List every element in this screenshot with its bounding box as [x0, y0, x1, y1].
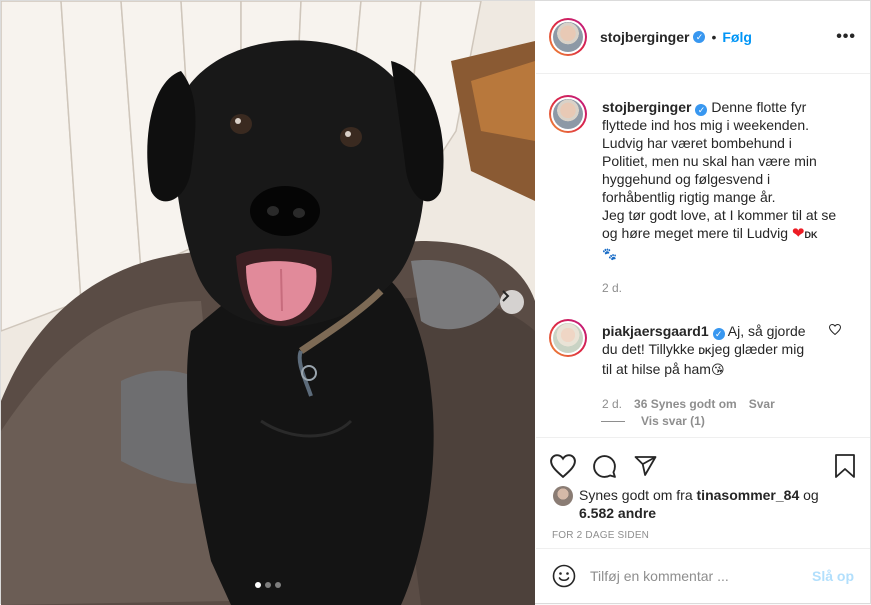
caption-time[interactable]: 2 d.: [602, 279, 622, 297]
chevron-right-icon: [502, 290, 510, 302]
caption-text: stojberginger ✓ Denne flotte fyr flyttede…: [602, 98, 854, 297]
comment-input[interactable]: [590, 568, 812, 584]
commenter-avatar[interactable]: [549, 319, 587, 357]
post-sidebar: stojberginger ✓ • Følg ••• stojberginger…: [536, 1, 870, 603]
carousel-dot-active: [255, 582, 261, 588]
comment-fragment: jeg glæder mig: [711, 341, 805, 357]
caption-line: hyggehund og følgesvend i: [602, 171, 771, 187]
instagram-post: stojberginger ✓ • Følg ••• stojberginger…: [0, 0, 871, 605]
add-comment-bar: Slå op: [536, 548, 870, 603]
comment-fragment: Aj, så gjorde: [727, 323, 806, 339]
caption-meta: 2 d.: [602, 279, 854, 297]
like-heart-icon[interactable]: [550, 454, 576, 478]
caption-username[interactable]: stojberginger: [602, 99, 691, 115]
comment-row: piakjaersgaard1 ✓ Aj, så gjorde du det! T…: [536, 297, 870, 413]
carousel-dot: [275, 582, 281, 588]
caption-avatar[interactable]: [549, 95, 587, 133]
comment-fragment: til at hilse på ham: [602, 361, 711, 377]
caption-line: Ludvig har været bombehund i: [602, 135, 792, 151]
replies-divider: [601, 420, 625, 422]
caption-line: og høre meget mere til Ludvig: [602, 225, 788, 241]
likes-prefix: Synes godt om fra: [579, 487, 693, 503]
comment-meta: 2 d. 36 Synes godt om Svar: [602, 395, 830, 413]
liker-avatar[interactable]: [553, 486, 573, 506]
author-username[interactable]: stojberginger: [600, 29, 689, 45]
flag-dk-label: DK: [698, 346, 712, 356]
likes-summary: Synes godt om fra tinasommer_84 og 6.582…: [536, 486, 870, 522]
caption-line: forhåbentlig rigtig mange år.: [602, 189, 776, 205]
verified-badge-icon: ✓: [693, 31, 706, 43]
paw-prints-emoji-icon: 🐾: [602, 247, 617, 261]
emoji-smiley-icon[interactable]: [552, 564, 576, 588]
post-header: stojberginger ✓ • Følg •••: [536, 1, 870, 74]
post-comment-button[interactable]: Slå op: [812, 568, 854, 584]
comment-time[interactable]: 2 d.: [602, 395, 622, 413]
liker-username[interactable]: tinasommer_84: [697, 487, 800, 503]
post-image[interactable]: [1, 1, 535, 605]
follow-button[interactable]: Følg: [722, 29, 752, 45]
verified-badge-icon: ✓: [695, 104, 708, 116]
post-timestamp[interactable]: FOR 2 DAGE SIDEN: [536, 522, 870, 541]
caption-line: Denne flotte fyr: [711, 99, 807, 115]
caption-line: flyttede ind hos mig i weekenden.: [602, 117, 810, 133]
comment-bubble-icon[interactable]: [592, 454, 617, 479]
likes-others-count[interactable]: 6.582 andre: [579, 505, 656, 521]
comment-text: piakjaersgaard1 ✓ Aj, så gjorde du det! T…: [602, 322, 854, 413]
likes-text: Synes godt om fra tinasommer_84 og 6.582…: [579, 486, 819, 522]
kissing-face-emoji-icon: 😘: [710, 362, 725, 377]
separator-dot: •: [711, 29, 717, 45]
comment-likes[interactable]: 36 Synes godt om: [634, 395, 737, 413]
carousel-indicator: [255, 582, 281, 588]
carousel-next-button[interactable]: [500, 290, 524, 314]
save-bookmark-icon[interactable]: [834, 453, 856, 479]
action-icons: [536, 438, 870, 486]
red-heart-emoji-icon: ❤: [791, 225, 805, 242]
comment-like-heart-icon[interactable]: [828, 322, 842, 338]
caption-line: Politiet, men nu skal han være min: [602, 153, 817, 169]
carousel-dot: [265, 582, 271, 588]
likes-and: og: [803, 487, 819, 503]
more-options-icon[interactable]: •••: [836, 28, 856, 46]
caption-line: Jeg tør godt love, at I kommer til at se: [602, 207, 837, 223]
dog-photo: [1, 1, 535, 605]
author-avatar[interactable]: [549, 18, 587, 56]
view-replies-label: Vis svar (1): [641, 414, 705, 428]
caption-row: stojberginger ✓ Denne flotte fyr flyttede…: [536, 75, 870, 297]
flag-dk-label: DK: [804, 230, 818, 240]
verified-badge-icon: ✓: [712, 328, 725, 340]
commenter-username[interactable]: piakjaersgaard1: [602, 323, 709, 339]
reply-button[interactable]: Svar: [749, 395, 775, 413]
actions-section: Synes godt om fra tinasommer_84 og 6.582…: [536, 437, 870, 549]
share-paper-plane-icon[interactable]: [633, 454, 658, 478]
view-replies-button[interactable]: Vis svar (1): [601, 414, 705, 428]
comment-fragment: du det! Tillykke: [602, 341, 695, 357]
comments-list: stojberginger ✓ Denne flotte fyr flyttede…: [536, 75, 870, 437]
